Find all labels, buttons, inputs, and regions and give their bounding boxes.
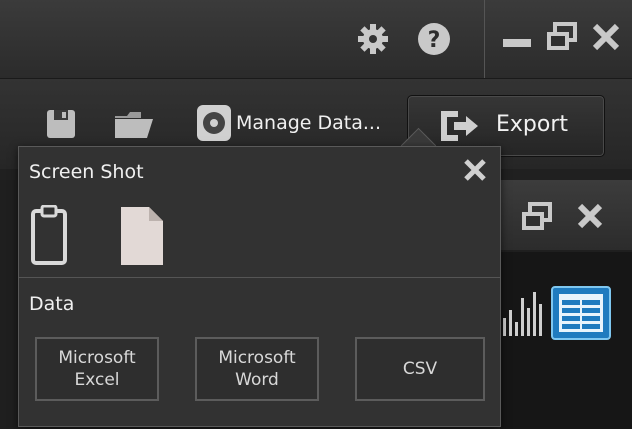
help-icon[interactable]: ?: [416, 21, 452, 61]
csv-button[interactable]: CSV: [355, 337, 485, 401]
minimize-icon[interactable]: [503, 34, 531, 53]
export-label: Export: [496, 112, 569, 137]
table-view-button[interactable]: [551, 286, 611, 340]
panel-close-icon[interactable]: [576, 202, 604, 234]
help-glyph: ?: [428, 28, 441, 53]
restore-icon[interactable]: [547, 22, 577, 56]
screen-shot-label: Screen Shot: [29, 161, 144, 183]
save-icon[interactable]: [45, 108, 77, 144]
table-icon: [559, 294, 603, 336]
bar-chart-icon[interactable]: [501, 288, 547, 342]
manage-data-button[interactable]: Manage Data...: [236, 112, 381, 134]
panel-header: [500, 180, 632, 250]
clipboard-icon[interactable]: [31, 204, 67, 269]
panel-restore-icon[interactable]: [522, 202, 552, 236]
export-popup: Screen Shot Data Microsoft Excel Microso…: [18, 146, 501, 427]
manage-data-icon[interactable]: [196, 104, 232, 146]
word-button[interactable]: Microsoft Word: [195, 337, 319, 401]
gear-icon[interactable]: [355, 21, 391, 61]
titlebar-separator: [484, 0, 485, 78]
popup-divider: [19, 277, 500, 278]
folder-icon[interactable]: [113, 110, 155, 144]
close-icon[interactable]: [462, 157, 488, 187]
excel-button[interactable]: Microsoft Excel: [35, 337, 159, 401]
data-section-label: Data: [29, 293, 75, 315]
file-icon[interactable]: [119, 205, 165, 271]
title-bar: ?: [0, 0, 632, 79]
close-icon[interactable]: [591, 22, 621, 56]
export-icon: [438, 108, 482, 148]
